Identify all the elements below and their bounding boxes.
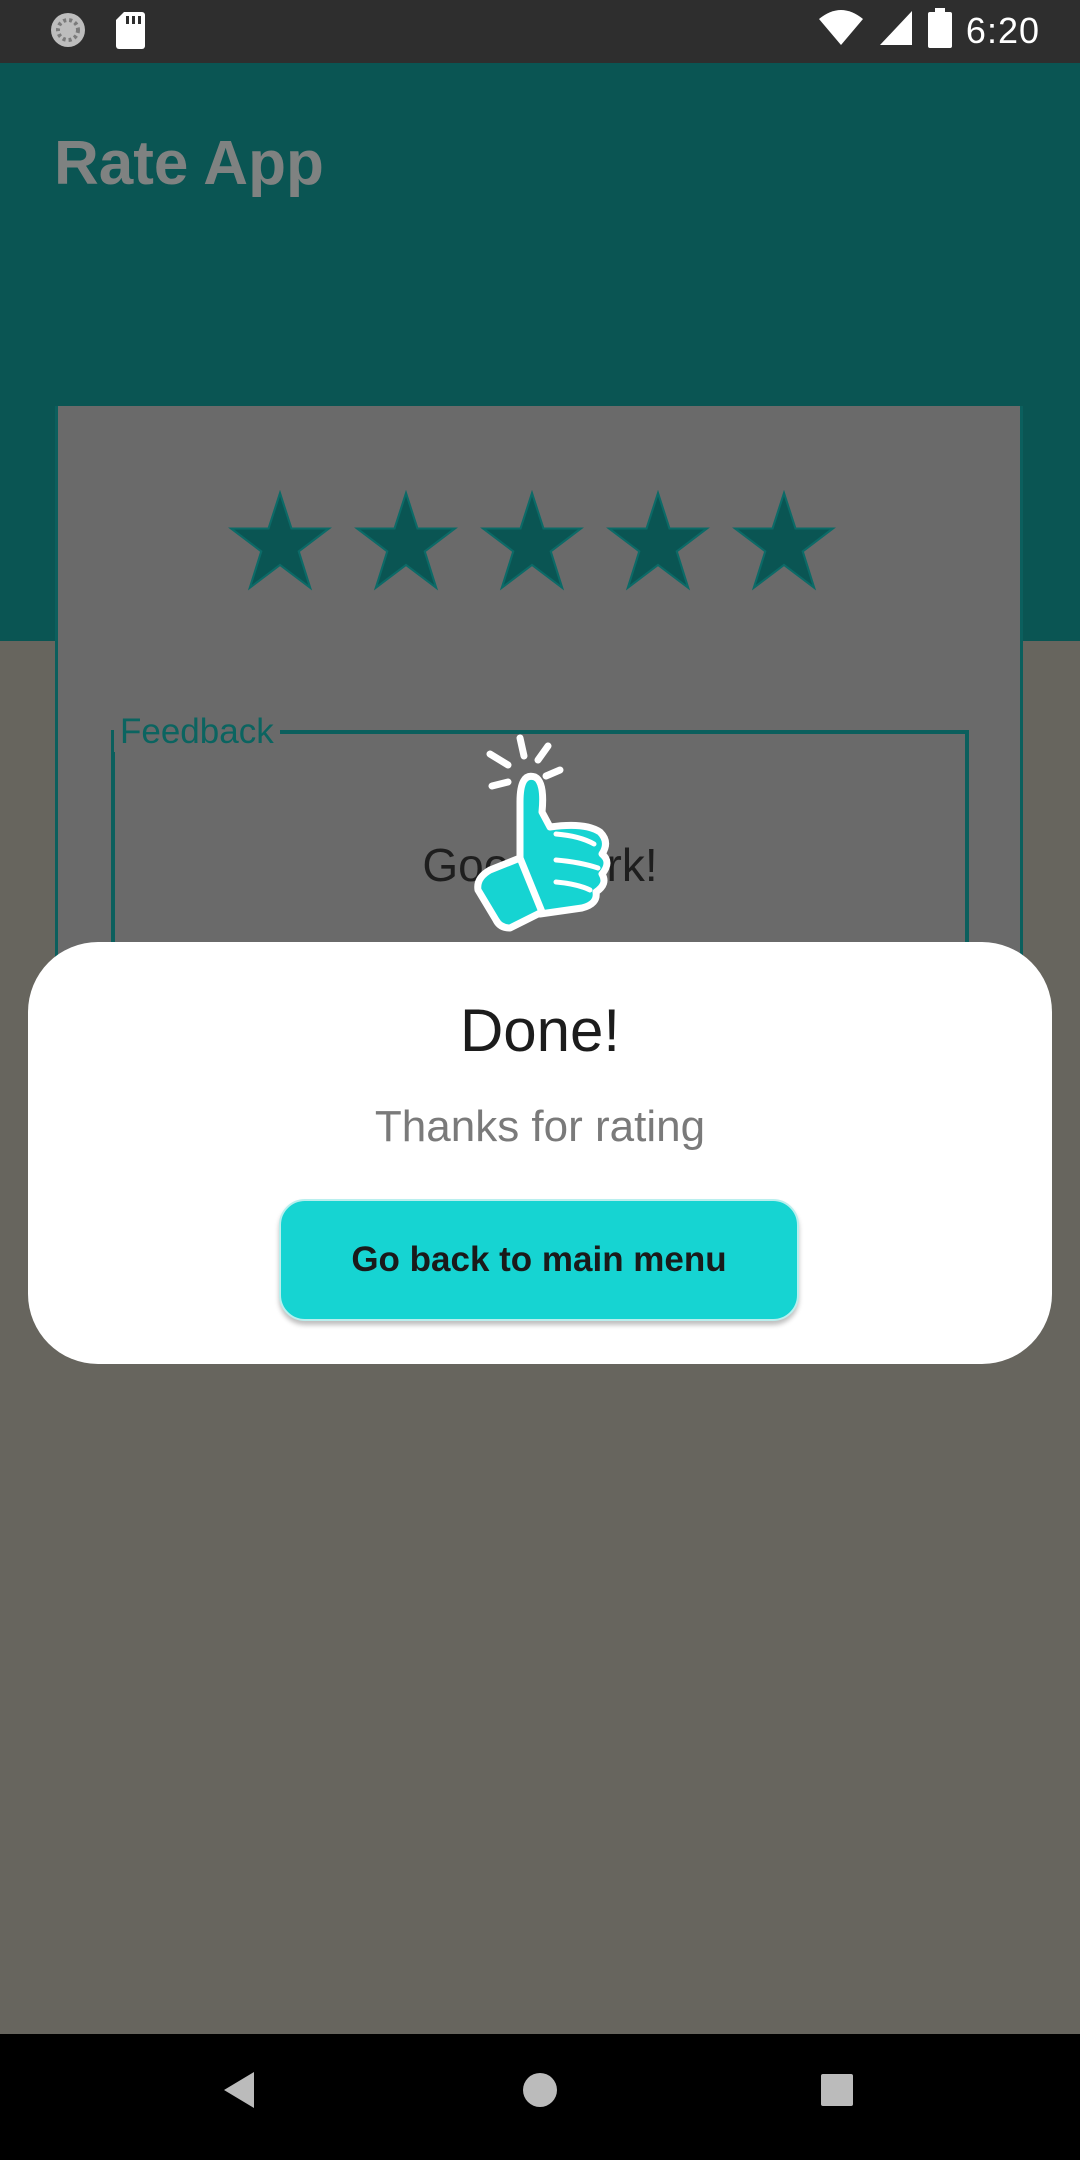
thumbs-up-icon: [460, 732, 630, 937]
star-icon[interactable]: [480, 490, 584, 594]
dialog-title: Done!: [459, 997, 621, 1064]
sync-icon: [48, 10, 88, 55]
main-menu-button[interactable]: Go back to main menu: [279, 1199, 799, 1321]
sd-card-icon: [114, 10, 146, 55]
home-icon[interactable]: [521, 2070, 559, 2115]
navigation-bar: [0, 2034, 1080, 2160]
star-icon[interactable]: [606, 490, 710, 594]
cell-signal-icon: [878, 9, 914, 52]
battery-icon: [927, 8, 952, 53]
dialog-subtitle: Thanks for rating: [374, 1102, 706, 1151]
star-rating[interactable]: [228, 490, 836, 594]
star-icon[interactable]: [354, 490, 458, 594]
status-bar: 6:20: [0, 0, 1080, 63]
feedback-label: Feedback: [114, 712, 280, 752]
star-icon[interactable]: [732, 490, 836, 594]
app-title: Rate App: [54, 129, 324, 198]
star-icon[interactable]: [228, 490, 332, 594]
rating-done-dialog: Done! Thanks for rating Go back to main …: [28, 942, 1052, 1364]
wifi-icon: [818, 9, 864, 52]
clock: 6:20: [965, 9, 1040, 51]
back-icon[interactable]: [222, 2070, 256, 2115]
recents-icon[interactable]: [820, 2070, 854, 2115]
